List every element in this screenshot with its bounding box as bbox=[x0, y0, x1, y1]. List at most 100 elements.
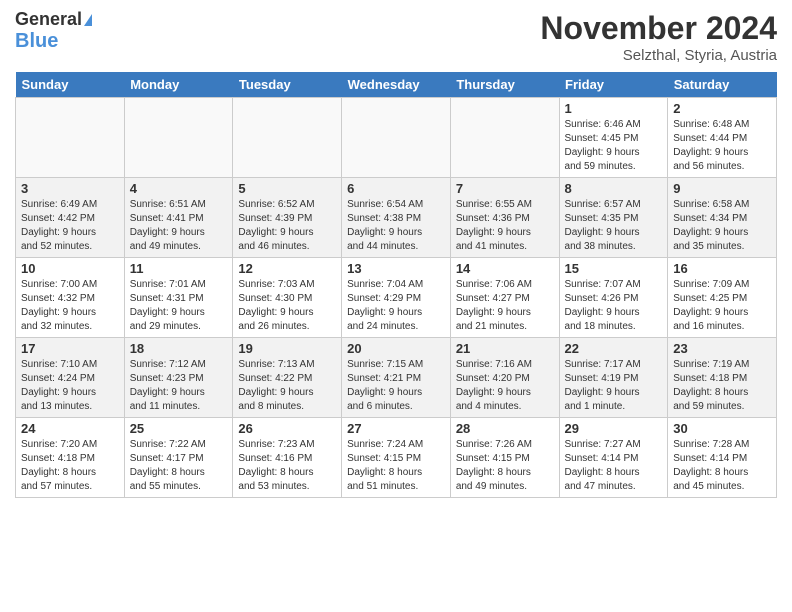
day-info: Sunrise: 7:12 AMSunset: 4:23 PMDaylight:… bbox=[130, 358, 228, 414]
day-info: Sunrise: 7:23 AMSunset: 4:16 PMDaylight:… bbox=[238, 438, 336, 494]
day-info: Sunrise: 6:49 AMSunset: 4:42 PMDaylight:… bbox=[21, 198, 119, 254]
day-info: Sunrise: 6:58 AMSunset: 4:34 PMDaylight:… bbox=[673, 198, 771, 254]
day-number: 30 bbox=[673, 421, 771, 436]
table-row: 3 Sunrise: 6:49 AMSunset: 4:42 PMDaylight… bbox=[16, 178, 125, 258]
col-thursday: Thursday bbox=[450, 72, 559, 98]
table-row: 27Sunrise: 7:24 AMSunset: 4:15 PMDayligh… bbox=[342, 418, 451, 498]
day-number: 3 bbox=[21, 181, 119, 196]
month-title: November 2024 bbox=[540, 10, 777, 47]
day-info: Sunrise: 7:19 AMSunset: 4:18 PMDaylight:… bbox=[673, 358, 771, 414]
logo: General Blue bbox=[15, 10, 92, 52]
location: Selzthal, Styria, Austria bbox=[540, 47, 777, 64]
day-number: 29 bbox=[565, 421, 663, 436]
calendar-table: Sunday Monday Tuesday Wednesday Thursday… bbox=[15, 72, 777, 498]
day-info: Sunrise: 7:09 AMSunset: 4:25 PMDaylight:… bbox=[673, 278, 771, 334]
table-row: 22Sunrise: 7:17 AMSunset: 4:19 PMDayligh… bbox=[559, 338, 668, 418]
calendar-week-row: 24Sunrise: 7:20 AMSunset: 4:18 PMDayligh… bbox=[16, 418, 777, 498]
table-row bbox=[16, 98, 125, 178]
table-row: 28Sunrise: 7:26 AMSunset: 4:15 PMDayligh… bbox=[450, 418, 559, 498]
table-row: 9 Sunrise: 6:58 AMSunset: 4:34 PMDaylight… bbox=[668, 178, 777, 258]
col-monday: Monday bbox=[124, 72, 233, 98]
table-row: 7 Sunrise: 6:55 AMSunset: 4:36 PMDaylight… bbox=[450, 178, 559, 258]
table-row: 19 Sunrise: 7:13 AMSunset: 4:22 PMDayligh… bbox=[233, 338, 342, 418]
day-info: Sunrise: 7:27 AMSunset: 4:14 PMDaylight:… bbox=[565, 438, 663, 494]
table-row: 8 Sunrise: 6:57 AMSunset: 4:35 PMDaylight… bbox=[559, 178, 668, 258]
logo-blue: Blue bbox=[15, 30, 58, 52]
day-number: 7 bbox=[456, 181, 554, 196]
table-row bbox=[124, 98, 233, 178]
day-info: Sunrise: 7:01 AMSunset: 4:31 PMDaylight:… bbox=[130, 278, 228, 334]
day-number: 13 bbox=[347, 261, 445, 276]
day-info: Sunrise: 7:28 AMSunset: 4:14 PMDaylight:… bbox=[673, 438, 771, 494]
table-row: 25 Sunrise: 7:22 AMSunset: 4:17 PMDayligh… bbox=[124, 418, 233, 498]
day-number: 12 bbox=[238, 261, 336, 276]
day-number: 1 bbox=[565, 101, 663, 116]
table-row: 17Sunrise: 7:10 AMSunset: 4:24 PMDayligh… bbox=[16, 338, 125, 418]
table-row bbox=[342, 98, 451, 178]
table-row: 24Sunrise: 7:20 AMSunset: 4:18 PMDayligh… bbox=[16, 418, 125, 498]
day-number: 8 bbox=[565, 181, 663, 196]
day-number: 18 bbox=[130, 341, 228, 356]
day-number: 10 bbox=[21, 261, 119, 276]
day-number: 27 bbox=[347, 421, 445, 436]
col-sunday: Sunday bbox=[16, 72, 125, 98]
calendar-week-row: 1Sunrise: 6:46 AMSunset: 4:45 PMDaylight… bbox=[16, 98, 777, 178]
table-row: 6Sunrise: 6:54 AMSunset: 4:38 PMDaylight… bbox=[342, 178, 451, 258]
day-info: Sunrise: 6:52 AMSunset: 4:39 PMDaylight:… bbox=[238, 198, 336, 254]
day-info: Sunrise: 6:51 AMSunset: 4:41 PMDaylight:… bbox=[130, 198, 228, 254]
day-number: 20 bbox=[347, 341, 445, 356]
col-wednesday: Wednesday bbox=[342, 72, 451, 98]
day-info: Sunrise: 7:13 AMSunset: 4:22 PMDaylight:… bbox=[238, 358, 336, 414]
table-row bbox=[450, 98, 559, 178]
title-area: November 2024 Selzthal, Styria, Austria bbox=[540, 10, 777, 64]
table-row: 18 Sunrise: 7:12 AMSunset: 4:23 PMDayligh… bbox=[124, 338, 233, 418]
day-info: Sunrise: 6:55 AMSunset: 4:36 PMDaylight:… bbox=[456, 198, 554, 254]
day-info: Sunrise: 7:15 AMSunset: 4:21 PMDaylight:… bbox=[347, 358, 445, 414]
table-row: 14 Sunrise: 7:06 AMSunset: 4:27 PMDayligh… bbox=[450, 258, 559, 338]
day-number: 19 bbox=[238, 341, 336, 356]
table-row: 11 Sunrise: 7:01 AMSunset: 4:31 PMDayligh… bbox=[124, 258, 233, 338]
table-row: 15 Sunrise: 7:07 AMSunset: 4:26 PMDayligh… bbox=[559, 258, 668, 338]
day-info: Sunrise: 7:16 AMSunset: 4:20 PMDaylight:… bbox=[456, 358, 554, 414]
day-number: 16 bbox=[673, 261, 771, 276]
table-row: 29 Sunrise: 7:27 AMSunset: 4:14 PMDayligh… bbox=[559, 418, 668, 498]
table-row: 21 Sunrise: 7:16 AMSunset: 4:20 PMDayligh… bbox=[450, 338, 559, 418]
day-number: 22 bbox=[565, 341, 663, 356]
day-number: 25 bbox=[130, 421, 228, 436]
table-row: 1Sunrise: 6:46 AMSunset: 4:45 PMDaylight… bbox=[559, 98, 668, 178]
day-info: Sunrise: 7:04 AMSunset: 4:29 PMDaylight:… bbox=[347, 278, 445, 334]
day-info: Sunrise: 7:00 AMSunset: 4:32 PMDaylight:… bbox=[21, 278, 119, 334]
day-info: Sunrise: 7:06 AMSunset: 4:27 PMDaylight:… bbox=[456, 278, 554, 334]
day-number: 21 bbox=[456, 341, 554, 356]
day-info: Sunrise: 6:48 AMSunset: 4:44 PMDaylight:… bbox=[673, 118, 771, 174]
table-row bbox=[233, 98, 342, 178]
day-info: Sunrise: 7:22 AMSunset: 4:17 PMDaylight:… bbox=[130, 438, 228, 494]
table-row: 10 Sunrise: 7:00 AMSunset: 4:32 PMDayligh… bbox=[16, 258, 125, 338]
day-info: Sunrise: 6:54 AMSunset: 4:38 PMDaylight:… bbox=[347, 198, 445, 254]
col-friday: Friday bbox=[559, 72, 668, 98]
day-number: 23 bbox=[673, 341, 771, 356]
day-number: 15 bbox=[565, 261, 663, 276]
page-container: General Blue November 2024 Selzthal, Sty… bbox=[0, 0, 792, 503]
day-info: Sunrise: 6:57 AMSunset: 4:35 PMDaylight:… bbox=[565, 198, 663, 254]
day-info: Sunrise: 7:20 AMSunset: 4:18 PMDaylight:… bbox=[21, 438, 119, 494]
table-row: 20 Sunrise: 7:15 AMSunset: 4:21 PMDayligh… bbox=[342, 338, 451, 418]
calendar-week-row: 10 Sunrise: 7:00 AMSunset: 4:32 PMDayligh… bbox=[16, 258, 777, 338]
calendar-week-row: 3 Sunrise: 6:49 AMSunset: 4:42 PMDaylight… bbox=[16, 178, 777, 258]
table-row: 4 Sunrise: 6:51 AMSunset: 4:41 PMDaylight… bbox=[124, 178, 233, 258]
day-number: 14 bbox=[456, 261, 554, 276]
day-number: 11 bbox=[130, 261, 228, 276]
logo-arrow-icon bbox=[84, 14, 92, 26]
table-row: 12Sunrise: 7:03 AMSunset: 4:30 PMDayligh… bbox=[233, 258, 342, 338]
day-number: 28 bbox=[456, 421, 554, 436]
day-number: 4 bbox=[130, 181, 228, 196]
day-number: 2 bbox=[673, 101, 771, 116]
logo-general: General bbox=[15, 10, 82, 30]
col-tuesday: Tuesday bbox=[233, 72, 342, 98]
day-number: 26 bbox=[238, 421, 336, 436]
table-row: 5 Sunrise: 6:52 AMSunset: 4:39 PMDaylight… bbox=[233, 178, 342, 258]
calendar-week-row: 17Sunrise: 7:10 AMSunset: 4:24 PMDayligh… bbox=[16, 338, 777, 418]
day-info: Sunrise: 7:07 AMSunset: 4:26 PMDaylight:… bbox=[565, 278, 663, 334]
day-number: 5 bbox=[238, 181, 336, 196]
day-number: 9 bbox=[673, 181, 771, 196]
